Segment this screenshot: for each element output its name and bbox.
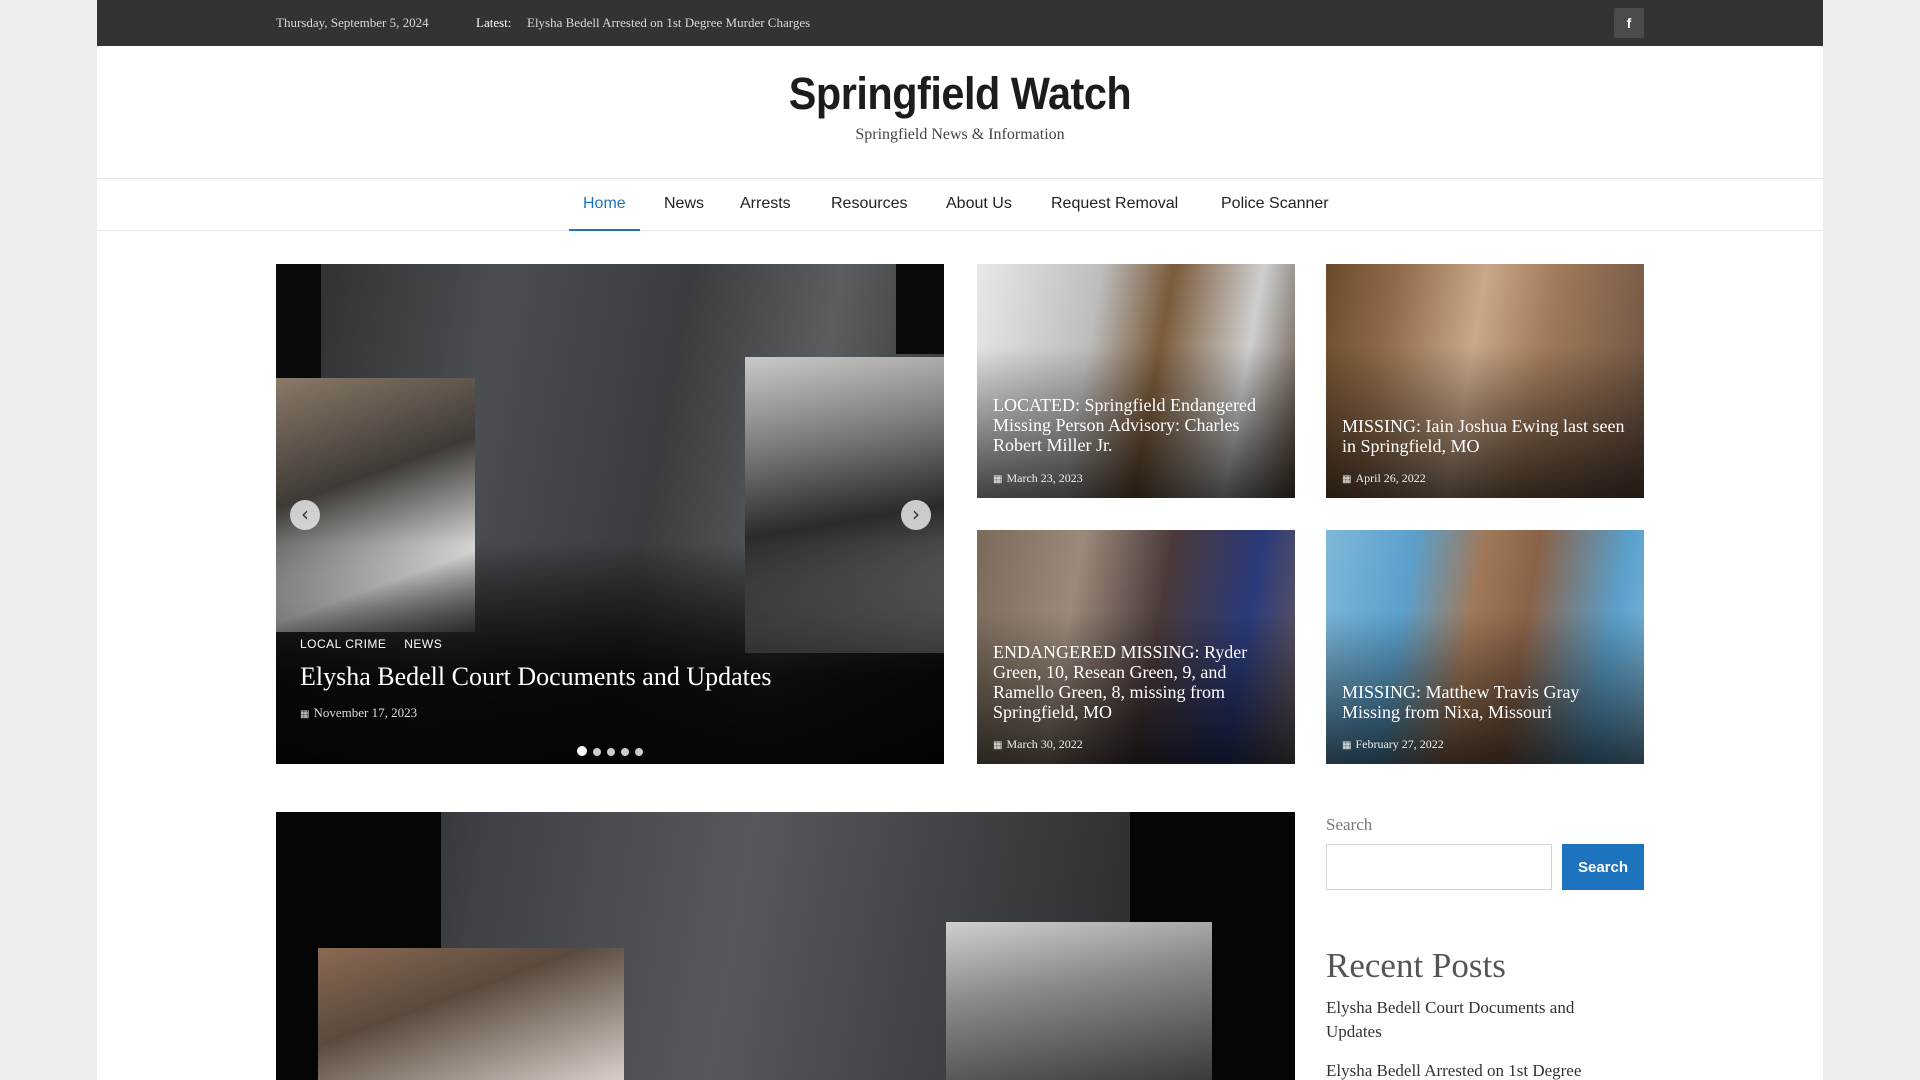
search-input[interactable]	[1326, 844, 1552, 890]
search-label: Search	[1326, 815, 1373, 834]
slide-title[interactable]: Elysha Bedell Court Documents and Update…	[300, 662, 772, 692]
slider-dot[interactable]	[621, 748, 629, 756]
calendar-icon: ▦	[993, 474, 1003, 485]
slide-shade	[276, 544, 944, 764]
featured-post-image[interactable]	[276, 812, 1295, 1080]
site-description: Springfield News & Information	[855, 126, 1065, 143]
nav-item-news[interactable]: News	[664, 179, 704, 231]
calendar-icon: ▦	[300, 709, 310, 720]
post-card[interactable]: ENDANGERED MISSING: Ryder Green, 10, Res…	[977, 530, 1295, 764]
category-news[interactable]: NEWS	[404, 637, 442, 651]
nav-item-about-us[interactable]: About Us	[946, 179, 1012, 231]
facebook-icon[interactable]: f	[1614, 8, 1644, 38]
nav-item-resources[interactable]: Resources	[831, 179, 907, 231]
search-button[interactable]: Search	[1562, 844, 1644, 890]
slide-date-text: November 17, 2023	[313, 705, 418, 720]
card-shade	[977, 264, 1295, 498]
slider-dots	[276, 743, 944, 761]
calendar-icon: ▦	[1342, 740, 1352, 751]
card-title[interactable]: LOCATED: Springfield Endangered Missing …	[993, 395, 1281, 455]
site-title[interactable]: Springfield Watch	[166, 68, 1754, 120]
card-date-text: March 30, 2022	[1006, 737, 1083, 751]
recent-posts-heading: Recent Posts	[1326, 946, 1506, 985]
slide-categories: LOCAL CRIME NEWS	[300, 637, 456, 651]
latest-ticker-link[interactable]: Elysha Bedell Arrested on 1st Degree Mur…	[527, 15, 810, 31]
prev-arrow-icon[interactable]: ‹	[290, 500, 320, 530]
image-panel	[896, 264, 944, 354]
page: Thursday, September 5, 2024 Latest: Elys…	[97, 0, 1823, 1080]
main-nav: Home News Arrests Resources About Us Req…	[97, 178, 1823, 231]
slide-date: ▦ November 17, 2023	[300, 705, 417, 721]
card-title[interactable]: ENDANGERED MISSING: Ryder Green, 10, Res…	[993, 642, 1281, 722]
next-arrow-icon[interactable]: ›	[901, 500, 931, 530]
card-date: ▦ February 27, 2022	[1342, 737, 1444, 752]
featured-slider: ‹ › LOCAL CRIME NEWS Elysha Bedell Court…	[276, 264, 944, 764]
card-date-text: March 23, 2023	[1006, 471, 1083, 485]
card-title[interactable]: MISSING: Matthew Travis Gray Missing fro…	[1342, 682, 1630, 722]
card-date: ▦ March 30, 2022	[993, 737, 1083, 752]
post-card[interactable]: MISSING: Iain Joshua Ewing last seen in …	[1326, 264, 1644, 498]
card-date-text: February 27, 2022	[1355, 737, 1444, 751]
card-date: ▦ April 26, 2022	[1342, 471, 1426, 486]
nav-item-home[interactable]: Home	[569, 179, 640, 231]
category-local-crime[interactable]: LOCAL CRIME	[300, 637, 386, 651]
post-card[interactable]: LOCATED: Springfield Endangered Missing …	[977, 264, 1295, 498]
card-title[interactable]: MISSING: Iain Joshua Ewing last seen in …	[1342, 416, 1630, 456]
recent-post-link[interactable]: Elysha Bedell Arrested on 1st Degree	[1326, 1059, 1626, 1080]
nav-item-arrests[interactable]: Arrests	[740, 179, 791, 231]
current-date: Thursday, September 5, 2024	[276, 15, 429, 30]
calendar-icon: ▦	[993, 740, 1003, 751]
slider-dot[interactable]	[593, 748, 601, 756]
calendar-icon: ▦	[1342, 474, 1352, 485]
inset-photo	[318, 948, 624, 1080]
latest-label: Latest:	[476, 15, 512, 30]
slider-dot[interactable]	[577, 746, 587, 756]
image-panel	[276, 264, 321, 379]
card-shade	[1326, 264, 1644, 498]
recent-post-link[interactable]: Elysha Bedell Court Documents and Update…	[1326, 996, 1626, 1044]
nav-item-police-scanner[interactable]: Police Scanner	[1221, 179, 1329, 231]
nav-item-request-removal[interactable]: Request Removal	[1051, 179, 1178, 231]
top-bar: Thursday, September 5, 2024 Latest: Elys…	[97, 0, 1823, 46]
inset-photo	[946, 922, 1212, 1080]
slider-dot[interactable]	[635, 748, 643, 756]
post-card[interactable]: MISSING: Matthew Travis Gray Missing fro…	[1326, 530, 1644, 764]
slider-dot[interactable]	[607, 748, 615, 756]
card-date: ▦ March 23, 2023	[993, 471, 1083, 486]
card-date-text: April 26, 2022	[1355, 471, 1426, 485]
card-shade	[1326, 530, 1644, 764]
